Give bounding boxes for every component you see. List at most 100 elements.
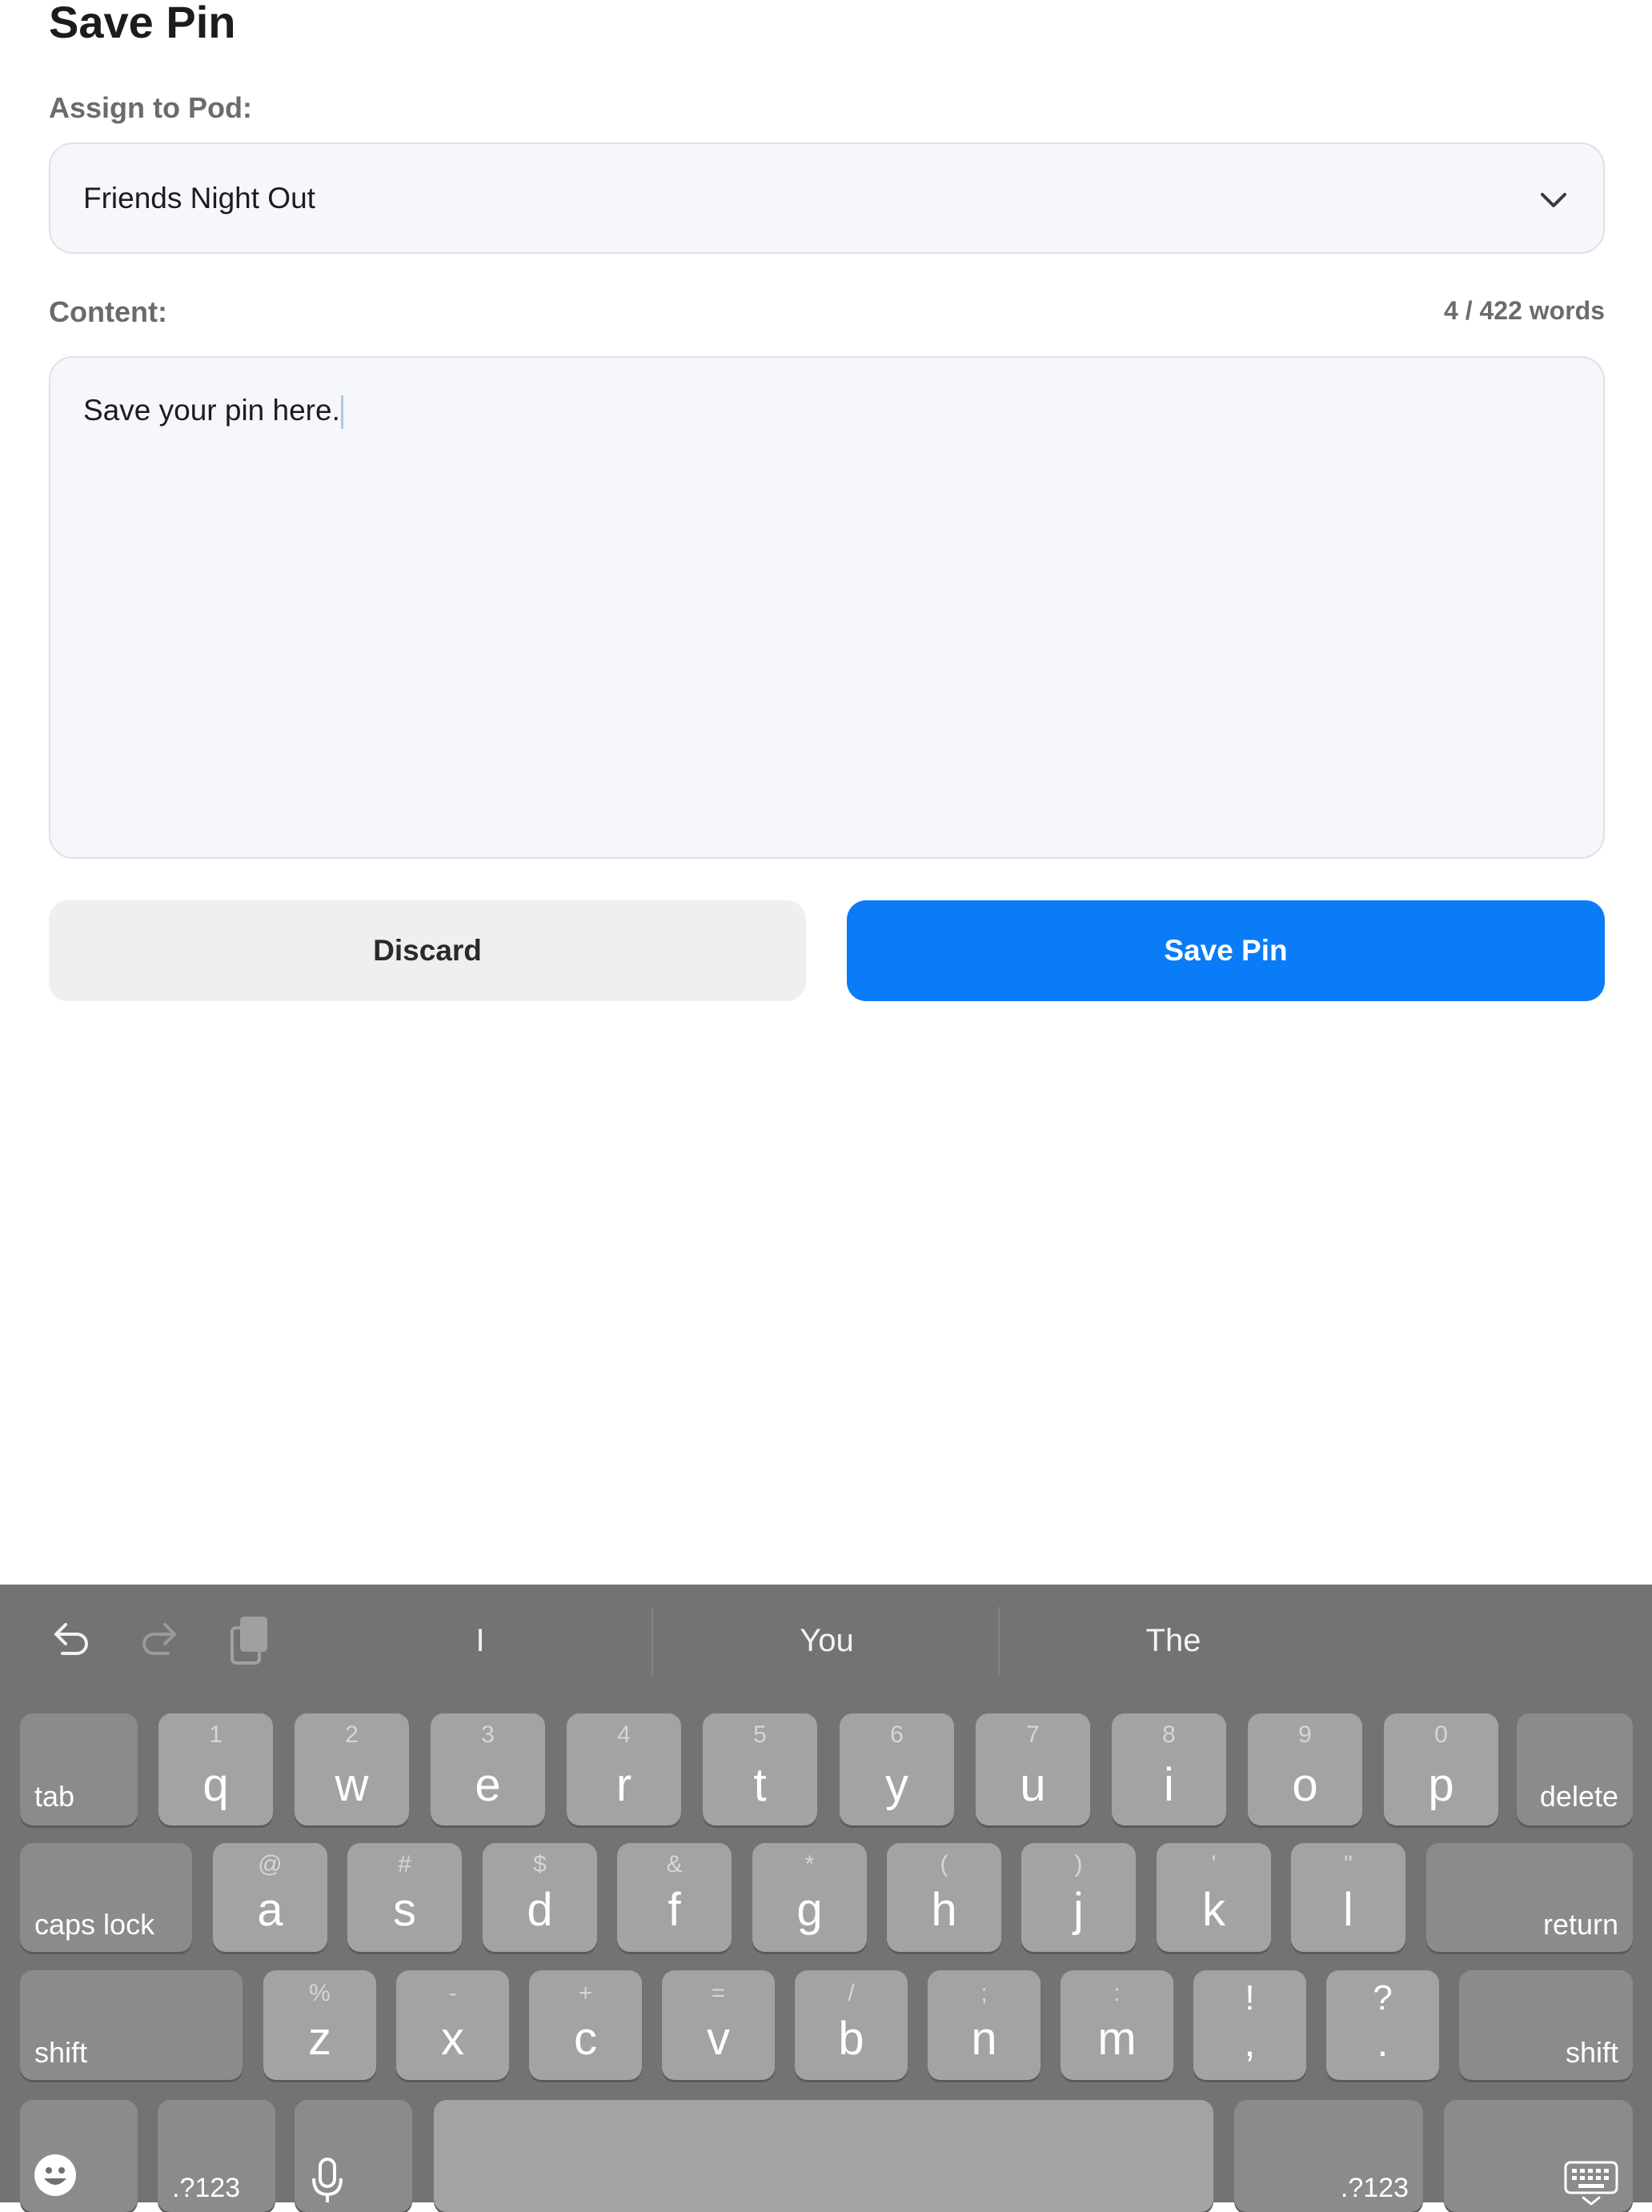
suggestion-3[interactable]: The — [1053, 1617, 1293, 1665]
undo-icon[interactable] — [46, 1617, 93, 1663]
key-alt-label: + — [578, 1980, 593, 2006]
pod-select-value: Friends Night Out — [83, 182, 315, 214]
key-label: b — [838, 2013, 864, 2065]
key-label: l — [1343, 1884, 1353, 1936]
emoji-key[interactable] — [20, 2100, 138, 2212]
microphone-icon — [312, 2158, 343, 2202]
chevron-down-icon — [1541, 193, 1566, 207]
key-u[interactable]: 7u — [976, 1713, 1090, 1825]
key-label: k — [1202, 1884, 1225, 1936]
key-q[interactable]: 1q — [158, 1713, 273, 1825]
key-label: i — [1164, 1759, 1174, 1811]
key-l[interactable]: " l — [1291, 1843, 1405, 1952]
shift-key-right[interactable]: shift — [1459, 1970, 1633, 2080]
key-z[interactable]: % z — [263, 1970, 376, 2080]
key-label: m — [1097, 2013, 1137, 2065]
keyboard-dismiss-icon — [1564, 2161, 1618, 2206]
key-b[interactable]: / b — [795, 1970, 908, 2080]
numbers-key-left[interactable]: .?123 — [158, 2100, 275, 2212]
key-period[interactable]: ?. — [1326, 1970, 1439, 2080]
key-label: d — [527, 1884, 553, 1936]
key-d[interactable]: $ d — [483, 1843, 597, 1952]
space-bar[interactable] — [434, 2100, 1213, 2212]
key-alt-label: % — [309, 1980, 331, 2006]
dictation-key[interactable] — [295, 2100, 412, 2212]
delete-key[interactable]: delete — [1517, 1713, 1633, 1825]
key-label: e — [475, 1759, 501, 1811]
key-alt-label: 5 — [753, 1721, 767, 1748]
key-label: r — [615, 1759, 632, 1811]
return-key[interactable]: return — [1426, 1843, 1633, 1952]
suggestion-divider — [998, 1607, 1000, 1676]
shift-key-label: shift — [1565, 2036, 1618, 2069]
key-label: y — [885, 1759, 908, 1811]
key-i[interactable]: 8i — [1112, 1713, 1226, 1825]
key-h[interactable]: (h — [887, 1843, 1001, 1952]
keyboard-dismiss-key[interactable] — [1444, 2100, 1633, 2212]
key-label: . — [1377, 2020, 1389, 2065]
key-y[interactable]: 6y — [840, 1713, 954, 1825]
key-r[interactable]: 4r — [567, 1713, 681, 1825]
tab-key-label: tab — [34, 1780, 75, 1813]
key-o[interactable]: 9o — [1248, 1713, 1362, 1825]
key-w[interactable]: 2w — [295, 1713, 409, 1825]
redo-icon[interactable] — [138, 1617, 184, 1663]
clipboard-icon[interactable] — [227, 1613, 274, 1666]
key-n[interactable]: ; n — [928, 1970, 1041, 2080]
key-p[interactable]: 0p — [1384, 1713, 1498, 1825]
key-label: h — [931, 1884, 957, 1936]
emoji-icon — [34, 2154, 76, 2196]
key-label: z — [308, 2013, 331, 2065]
key-alt-label: " — [1344, 1851, 1353, 1877]
pod-select[interactable]: Friends Night Out — [49, 142, 1605, 254]
key-x[interactable]: -x — [396, 1970, 509, 2080]
key-a[interactable]: @ a — [213, 1843, 327, 1952]
numbers-key-right[interactable]: .?123 — [1234, 2100, 1423, 2212]
caps-lock-key-label: caps lock — [34, 1908, 155, 1941]
key-e[interactable]: 3e — [431, 1713, 545, 1825]
key-t[interactable]: 5t — [703, 1713, 817, 1825]
key-g[interactable]: * g — [752, 1843, 867, 1952]
numbers-key-label: .?123 — [1340, 2173, 1409, 2203]
content-label: Content: — [49, 295, 167, 328]
key-v[interactable]: = v — [662, 1970, 775, 2080]
shift-key-left[interactable]: shift — [20, 1970, 243, 2080]
suggestion-2[interactable]: You — [707, 1617, 947, 1665]
discard-button[interactable]: Discard — [49, 900, 806, 1001]
key-comma[interactable]: !, — [1193, 1970, 1306, 2080]
key-f[interactable]: & f — [617, 1843, 732, 1952]
key-alt-label: & — [666, 1851, 683, 1877]
key-m[interactable]: :m — [1061, 1970, 1173, 2080]
suggestion-1[interactable]: I — [360, 1617, 600, 1665]
content-textarea[interactable]: Save your pin here. — [49, 356, 1605, 859]
content-text: Save your pin here. — [83, 393, 343, 430]
save-pin-button[interactable]: Save Pin — [847, 900, 1605, 1001]
key-label: n — [971, 2013, 997, 2065]
key-c[interactable]: + c — [529, 1970, 642, 2080]
key-label: w — [335, 1759, 369, 1811]
delete-key-label: delete — [1539, 1780, 1618, 1813]
key-alt-label: - — [448, 1980, 457, 2006]
caps-lock-key[interactable]: caps lock — [20, 1843, 192, 1952]
key-alt-label: 2 — [345, 1721, 359, 1748]
key-alt-label: ' — [1211, 1851, 1217, 1877]
key-alt-label: ; — [980, 1980, 988, 2006]
key-label: c — [574, 2013, 597, 2065]
key-label: o — [1292, 1759, 1318, 1811]
key-alt-label: 9 — [1298, 1721, 1312, 1748]
key-alt-label: ( — [940, 1851, 948, 1877]
text-cursor — [340, 395, 343, 430]
key-s[interactable]: # s — [347, 1843, 462, 1952]
tab-key[interactable]: tab — [20, 1713, 138, 1825]
key-label: v — [707, 2013, 730, 2065]
key-j[interactable]: ) j — [1021, 1843, 1136, 1952]
shift-key-label: shift — [34, 2036, 88, 2069]
key-label: x — [441, 2013, 464, 2065]
key-k[interactable]: ' k — [1157, 1843, 1271, 1952]
key-alt-label: @ — [258, 1851, 283, 1877]
key-label: j — [1073, 1884, 1084, 1936]
key-alt-label: 6 — [890, 1721, 904, 1748]
key-label: s — [393, 1884, 416, 1936]
key-alt-label: # — [398, 1851, 411, 1877]
key-label: g — [796, 1884, 823, 1936]
